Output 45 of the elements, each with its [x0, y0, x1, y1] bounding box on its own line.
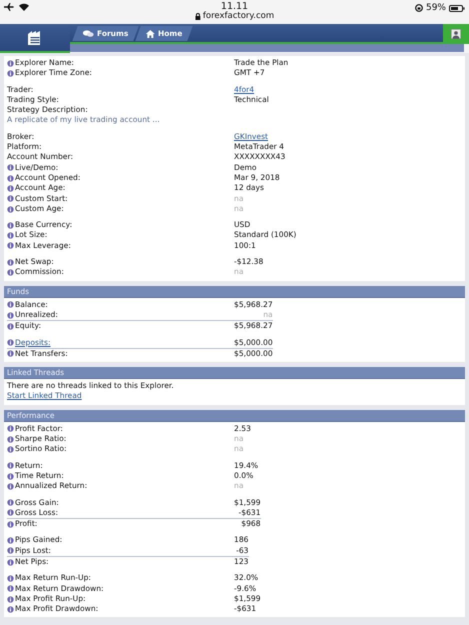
info-icon[interactable]: [7, 174, 14, 182]
info-icon[interactable]: [7, 312, 14, 319]
info-icon[interactable]: [7, 206, 14, 212]
home-icon: [146, 30, 156, 38]
battery-icon: [449, 4, 465, 12]
info-icon[interactable]: [7, 425, 14, 432]
wifi-icon: [19, 3, 29, 11]
lock-icon: [194, 12, 200, 20]
battery-percent: 59%: [426, 3, 446, 13]
info-icon[interactable]: [7, 350, 14, 358]
info-icon[interactable]: [7, 195, 14, 202]
rotation-lock-icon: [414, 4, 423, 12]
info-icon[interactable]: [7, 60, 14, 67]
info-icon[interactable]: [7, 520, 14, 528]
status-time: 11.11: [220, 1, 248, 12]
info-icon[interactable]: [7, 258, 14, 266]
info-icon[interactable]: [7, 558, 14, 566]
info-icon[interactable]: [7, 606, 14, 613]
info-icon[interactable]: [7, 164, 14, 172]
info-icon[interactable]: [7, 574, 14, 582]
airplane-icon: [4, 3, 14, 11]
info-icon[interactable]: [7, 537, 14, 544]
info-icon[interactable]: [7, 596, 14, 603]
info-icon[interactable]: [7, 446, 14, 453]
info-icon[interactable]: [7, 184, 14, 192]
info-icon[interactable]: [7, 482, 14, 490]
info-icon[interactable]: [7, 509, 14, 516]
user-icon[interactable]: [451, 29, 461, 39]
info-icon[interactable]: [7, 70, 14, 77]
info-icon[interactable]: [7, 232, 14, 240]
chat-icon: [83, 30, 94, 38]
info-icon[interactable]: [7, 222, 14, 229]
info-icon[interactable]: [7, 339, 14, 346]
page-url[interactable]: forexfactory.com: [202, 11, 274, 21]
info-icon[interactable]: [7, 268, 14, 276]
info-icon[interactable]: [7, 242, 14, 250]
info-icon[interactable]: [7, 499, 14, 506]
info-icon[interactable]: [7, 472, 14, 480]
info-icon[interactable]: [7, 301, 14, 308]
building-icon: [28, 30, 42, 44]
info-icon[interactable]: [7, 585, 14, 592]
info-icon[interactable]: [7, 436, 14, 443]
info-icon[interactable]: [7, 462, 14, 470]
info-icon[interactable]: [7, 322, 14, 330]
info-icon[interactable]: [7, 547, 14, 554]
